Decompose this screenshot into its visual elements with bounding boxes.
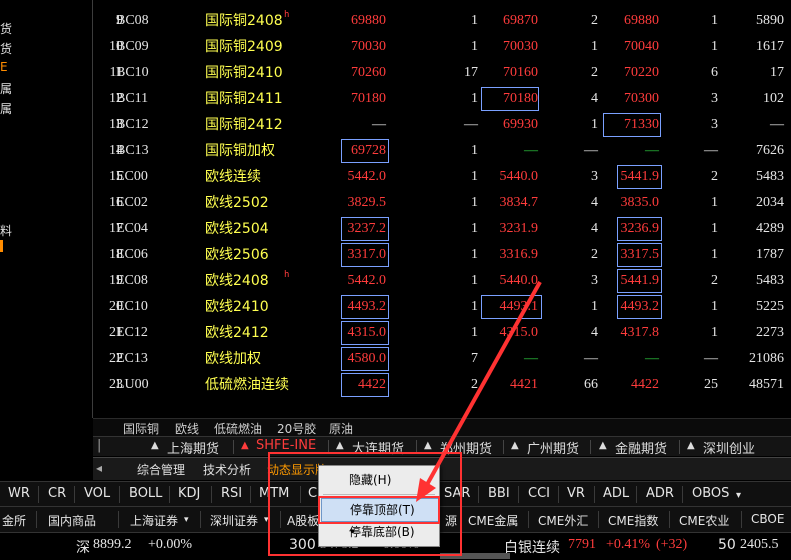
annotation-arrow (416, 281, 542, 502)
arrow-shaft (422, 281, 542, 491)
arrow-head (416, 478, 436, 502)
